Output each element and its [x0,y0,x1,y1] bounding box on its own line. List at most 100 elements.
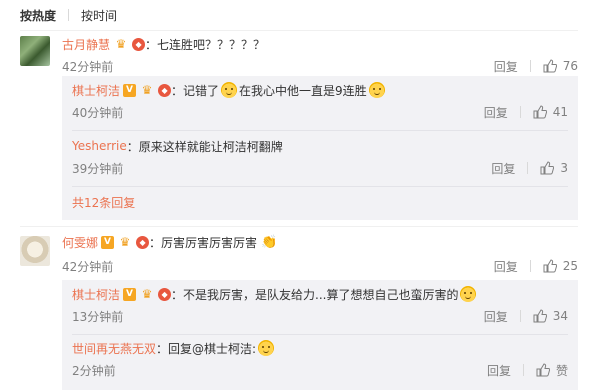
like-button[interactable]: 41 [533,105,568,119]
colon: ： [171,83,184,98]
like-count: 34 [552,309,568,323]
comment-line: 何雯娜 V ♛ ◆ ： 厉害厉害厉害厉害 👏 [62,232,578,252]
reply-button[interactable]: 回复 [491,160,515,177]
like-button[interactable]: 3 [540,161,568,175]
like-count: 25 [562,259,578,273]
reply-button[interactable]: 回复 [487,362,511,379]
timestamp: 42分钟前 [62,259,114,274]
username-link[interactable]: 古月静慧 [62,36,110,53]
colon: ： [171,287,184,302]
reply-meta: 39分钟前 回复 3 [72,158,568,178]
like-count: 赞 [555,363,568,378]
comment-text: 厉害厉害厉害厉害 [161,235,258,250]
action-divider [522,364,524,376]
action-divider [519,310,521,322]
sort-by-time-tab[interactable]: 按时间 [81,7,117,24]
reply-meta: 40分钟前 回复 41 [72,102,568,122]
timestamp: 39分钟前 [72,161,124,176]
sort-bar: 按热度 按时间 [20,0,117,30]
like-button[interactable]: 34 [533,309,568,323]
reply-text: 在我心中他一直是9连胜 [239,83,367,98]
like-button[interactable]: 赞 [536,362,568,379]
reply-button[interactable]: 回复 [494,58,518,75]
thumb-up-icon [536,363,550,377]
avatar[interactable] [20,36,50,66]
comment-meta: 42分钟前 回复 25 [62,256,578,276]
username-link[interactable]: 棋士柯洁 [72,82,120,99]
sort-divider [68,9,70,21]
reply-text: 回复@棋士柯洁: [168,341,257,356]
reply-item: 世间再无燕无双 ： 回复@棋士柯洁: 2分钟前 回复 赞 [62,338,578,380]
reply-line: 棋士柯洁 V ♛ ◆ ： 不是我厉害，是队友给力...算了想想自己也蛮厉害的 [72,284,568,304]
thumb-up-icon [533,105,547,119]
like-button[interactable]: 76 [543,59,578,73]
timestamp: 42分钟前 [62,59,114,74]
more-replies: 共12条回复 [62,192,578,212]
reply-item: Yesherrie ： 原来这样就能让柯洁柯翻牌 39分钟前 回复 3 [62,136,578,178]
reply-text: 原来这样就能让柯洁柯翻牌 [138,139,283,154]
action-divider [529,260,531,272]
reply-text: 不是我厉害，是队友给力...算了想想自己也蛮厉害的 [183,287,459,302]
reply-button[interactable]: 回复 [494,258,518,275]
avatar[interactable] [20,236,50,266]
doge-emoji-icon [221,82,238,98]
comment-meta: 42分钟前 回复 76 [62,56,578,76]
reply-item: 棋士柯洁 V ♛ ◆ ： 记错了 在我心中他一直是9连胜 40分钟前 回复 41 [62,80,578,122]
thumb-up-icon [543,259,557,273]
colon: ： [126,139,139,154]
v-badge-icon: V [123,83,137,97]
action-divider [529,60,531,72]
colon: ： [145,37,158,52]
comment-divider [20,226,578,227]
reply-text: 记错了 [183,83,220,98]
crown-badge-icon: ♛ [115,37,127,51]
like-count: 41 [552,105,568,119]
rank-badge-icon: ◆ [158,83,172,97]
crown-badge-icon: ♛ [141,83,153,97]
reply-divider [72,334,568,335]
reply-line: 世间再无燕无双 ： 回复@棋士柯洁: [72,338,568,358]
more-replies-link[interactable]: 共12条回复 [72,194,135,211]
reply-item: 棋士柯洁 V ♛ ◆ ： 不是我厉害，是队友给力...算了想想自己也蛮厉害的 1… [62,284,578,326]
reply-meta: 2分钟前 回复 赞 [72,360,568,380]
crown-badge-icon: ♛ [141,287,153,301]
username-link[interactable]: 棋士柯洁 [72,286,120,303]
sort-by-hot-tab[interactable]: 按热度 [20,7,56,24]
action-divider [519,106,521,118]
action-divider [527,162,529,174]
rank-badge-icon: ◆ [136,235,150,249]
thumb-up-icon [533,309,547,323]
crown-badge-icon: ♛ [119,235,131,249]
reply-divider [72,130,568,131]
username-link[interactable]: 何雯娜 [62,234,98,251]
clap-emoji-icon: 👏 [261,234,278,250]
comment-text: 七连胜吧？？？？？ [157,37,266,52]
colon: ： [156,341,169,356]
username-link[interactable]: 世间再无燕无双 [72,340,156,357]
comment-line: 古月静慧 ♛ ◆ ： 七连胜吧？？？？？ [62,34,578,54]
reply-button[interactable]: 回复 [484,308,508,325]
timestamp: 40分钟前 [72,105,124,120]
thumb-up-icon [540,161,555,175]
like-button[interactable]: 25 [543,259,578,273]
timestamp: 2分钟前 [72,363,116,378]
top-divider [20,30,578,31]
colon: ： [149,235,162,250]
v-badge-icon: V [123,287,137,301]
reply-divider [72,186,568,187]
doge-emoji-icon [368,82,385,98]
reply-meta: 13分钟前 回复 34 [72,306,568,326]
thumb-up-icon [543,59,557,73]
reply-box: 棋士柯洁 V ♛ ◆ ： 记错了 在我心中他一直是9连胜 40分钟前 回复 41 [62,76,578,220]
like-count: 76 [562,59,578,73]
reply-line: Yesherrie ： 原来这样就能让柯洁柯翻牌 [72,136,568,156]
username-link[interactable]: Yesherrie [72,139,127,153]
doge-emoji-icon [460,286,477,302]
like-count: 3 [560,161,568,175]
v-badge-icon: V [101,235,115,249]
reply-box: 棋士柯洁 V ♛ ◆ ： 不是我厉害，是队友给力...算了想想自己也蛮厉害的 1… [62,280,578,390]
rank-badge-icon: ◆ [158,287,172,301]
rank-badge-icon: ◆ [132,37,146,51]
timestamp: 13分钟前 [72,309,124,324]
reply-button[interactable]: 回复 [484,104,508,121]
